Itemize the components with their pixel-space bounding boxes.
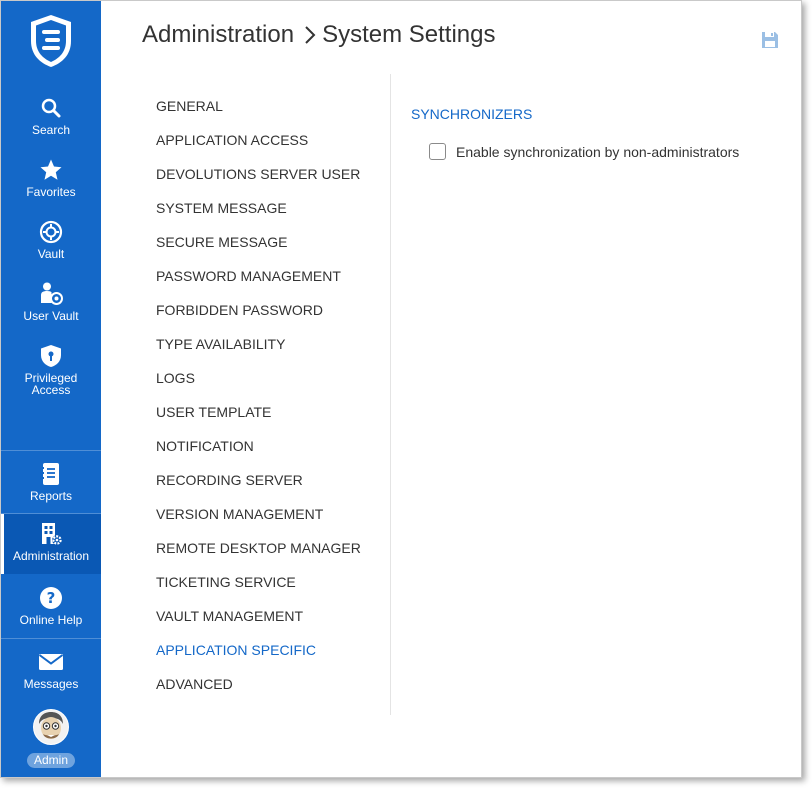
nav-label: Reports bbox=[29, 489, 73, 503]
save-icon bbox=[761, 32, 779, 53]
nav-favorites[interactable]: Favorites bbox=[1, 150, 101, 210]
settings-menu-item[interactable]: TICKETING SERVICE bbox=[156, 573, 361, 607]
app-window: Search Favorites Vault User Vault Privil… bbox=[0, 0, 802, 778]
settings-menu-item[interactable]: TYPE AVAILABILITY bbox=[156, 335, 361, 369]
shield-icon bbox=[40, 342, 62, 370]
nav-label: Favorites bbox=[26, 185, 76, 199]
settings-menu-item[interactable]: APPLICATION SPECIFIC bbox=[156, 641, 361, 675]
settings-menu-item[interactable]: APPLICATION ACCESS bbox=[156, 131, 361, 165]
star-icon bbox=[39, 156, 63, 184]
settings-menu-item[interactable]: VERSION MANAGEMENT bbox=[156, 505, 361, 539]
breadcrumb-section[interactable]: Administration bbox=[142, 21, 294, 49]
envelope-icon bbox=[38, 648, 64, 676]
sync-checkbox[interactable] bbox=[429, 143, 446, 160]
settings-menu-item[interactable]: VAULT MANAGEMENT bbox=[156, 607, 361, 641]
panel-divider bbox=[390, 74, 391, 715]
nav-label: Search bbox=[31, 123, 71, 137]
svg-text:?: ? bbox=[47, 589, 56, 607]
devolutions-logo-icon[interactable] bbox=[28, 13, 74, 69]
settings-menu-item[interactable]: SECURE MESSAGE bbox=[156, 233, 361, 267]
settings-menu-item[interactable]: DEVOLUTIONS SERVER USER bbox=[156, 165, 361, 199]
reports-icon bbox=[40, 460, 62, 488]
settings-menu-item[interactable]: ADVANCED bbox=[156, 675, 361, 709]
settings-menu-item[interactable]: NOTIFICATION bbox=[156, 437, 361, 471]
sync-option-row[interactable]: Enable synchronization by non-administra… bbox=[429, 143, 739, 160]
nav-vault[interactable]: Vault bbox=[1, 212, 101, 272]
settings-menu-item[interactable]: GENERAL bbox=[156, 97, 361, 131]
administration-icon bbox=[39, 520, 63, 548]
settings-menu-item[interactable]: LOGS bbox=[156, 369, 361, 403]
section-title: SYNCHRONIZERS bbox=[411, 106, 533, 122]
settings-menu-item[interactable]: SYSTEM MESSAGE bbox=[156, 199, 361, 233]
sync-checkbox-label[interactable]: Enable synchronization by non-administra… bbox=[456, 144, 739, 160]
breadcrumb: Administration System Settings bbox=[142, 21, 495, 49]
nav-reports[interactable]: Reports bbox=[1, 454, 101, 514]
nav-administration[interactable]: Administration bbox=[1, 514, 101, 574]
avatar[interactable] bbox=[33, 709, 69, 745]
settings-menu: GENERAL APPLICATION ACCESS DEVOLUTIONS SER… bbox=[156, 97, 361, 709]
vault-icon bbox=[39, 218, 63, 246]
sidebar-divider bbox=[1, 638, 101, 639]
settings-menu-item[interactable]: RECORDING SERVER bbox=[156, 471, 361, 505]
nav-label: Online Help bbox=[19, 613, 83, 627]
nav-label: Vault bbox=[37, 247, 65, 261]
nav-user-vault[interactable]: User Vault bbox=[1, 274, 101, 334]
nav-privileged-access[interactable]: Privileged Access bbox=[1, 336, 101, 396]
nav-label: Messages bbox=[23, 677, 79, 691]
nav-label: Administration bbox=[12, 549, 90, 563]
page-title: System Settings bbox=[322, 21, 496, 48]
nav-label: Privileged Access bbox=[24, 371, 78, 397]
nav-online-help[interactable]: ? Online Help bbox=[1, 578, 101, 638]
save-button[interactable] bbox=[761, 31, 779, 49]
sidebar: Search Favorites Vault User Vault Privil… bbox=[1, 1, 101, 777]
nav-label: User Vault bbox=[23, 309, 79, 323]
nav-search[interactable]: Search bbox=[1, 88, 101, 148]
sidebar-divider bbox=[1, 450, 101, 451]
user-role-badge: Admin bbox=[27, 753, 75, 768]
chevron-right-icon bbox=[304, 25, 316, 45]
search-icon bbox=[40, 94, 62, 122]
settings-menu-item[interactable]: REMOTE DESKTOP MANAGER bbox=[156, 539, 361, 573]
nav-messages[interactable]: Messages bbox=[1, 642, 101, 702]
settings-menu-item[interactable]: PASSWORD MANAGEMENT bbox=[156, 267, 361, 301]
settings-menu-item[interactable]: USER TEMPLATE bbox=[156, 403, 361, 437]
settings-menu-item[interactable]: FORBIDDEN PASSWORD bbox=[156, 301, 361, 335]
help-icon: ? bbox=[39, 584, 63, 612]
user-vault-icon bbox=[38, 280, 64, 308]
